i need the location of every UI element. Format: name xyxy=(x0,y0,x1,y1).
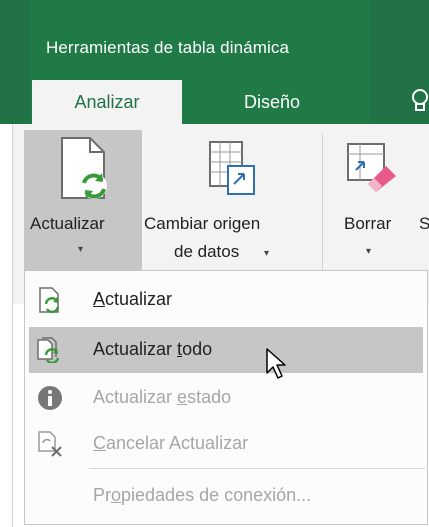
refresh-document-icon xyxy=(61,137,107,199)
menu-item-propiedades-conexion[interactable]: Propiedades de conexión... xyxy=(29,473,423,519)
actualizar-button[interactable]: Actualizar ▾ xyxy=(24,130,142,270)
actualizar-dropdown-menu: Actualizar Actualizar todo Actualizar es… xyxy=(24,270,428,525)
cambiar-origen-button[interactable]: Cambiar origen de datos ▾ xyxy=(144,130,314,270)
menu-item-cancelar-actualizar[interactable]: Cancelar Actualizar xyxy=(29,421,423,467)
menu-separator xyxy=(89,468,425,469)
info-icon xyxy=(38,386,62,410)
lightbulb-icon[interactable] xyxy=(411,88,429,120)
menu-item-actualizar-todo[interactable]: Actualizar todo xyxy=(29,327,423,379)
actualizar-caret: ▾ xyxy=(78,244,84,255)
refresh-icon xyxy=(39,287,60,313)
menu-item-actualizar-estado[interactable]: Actualizar estado xyxy=(29,375,423,421)
tab-analizar[interactable]: Analizar xyxy=(32,80,182,124)
cancel-refresh-icon xyxy=(38,431,62,457)
borrar-label: Borrar xyxy=(344,214,392,233)
worksheet-edge xyxy=(0,124,13,527)
actualizar-label: Actualizar xyxy=(30,214,105,233)
menu-item-label: Propiedades de conexión... xyxy=(93,485,312,505)
clear-eraser-icon xyxy=(347,143,396,192)
menu-item-actualizar[interactable]: Actualizar xyxy=(29,277,423,323)
menu-item-label: Cancelar Actualizar xyxy=(93,433,249,453)
cambiar-origen-caret: ▾ xyxy=(264,248,270,259)
tab-diseno[interactable]: Diseño xyxy=(244,80,344,124)
refresh-all-icon xyxy=(37,337,60,363)
borrar-button[interactable]: Borrar ▾ xyxy=(334,130,414,270)
cambiar-origen-label-2: de datos xyxy=(174,242,240,261)
menu-item-label: Actualizar todo xyxy=(93,339,213,359)
change-data-source-icon xyxy=(209,141,255,195)
context-group-title: Herramientas de tabla dinámica xyxy=(46,38,290,57)
borrar-caret: ▾ xyxy=(366,246,372,257)
truncated-next-label: S xyxy=(419,214,429,233)
menu-item-label: Actualizar estado xyxy=(93,387,232,407)
menu-item-label: Actualizar xyxy=(93,289,173,309)
cambiar-origen-label-1: Cambiar origen xyxy=(144,214,261,233)
